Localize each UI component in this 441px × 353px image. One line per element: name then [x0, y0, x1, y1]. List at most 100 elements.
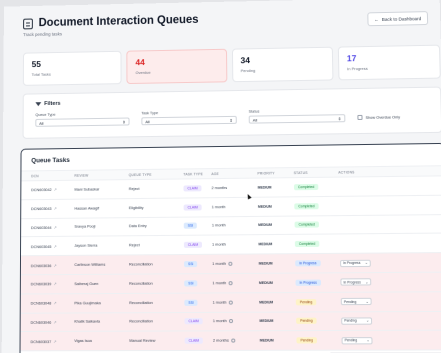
age-value: 1 month: [212, 262, 226, 266]
back-to-dashboard-button[interactable]: ← Back to Dashboard: [367, 11, 428, 26]
column-header[interactable]: Queue Type: [129, 172, 184, 177]
task-type-badge: CLAIM: [184, 204, 202, 210]
action-select[interactable]: Pending⌄: [341, 317, 372, 324]
external-link-icon[interactable]: ↗: [54, 226, 57, 230]
stat-card-in-progress: 17 In Progress: [338, 45, 441, 81]
task-type-cell: SSI: [184, 280, 212, 286]
task-type-cell: CLAIM: [184, 204, 212, 210]
dcn-cell: DCN603045↗: [31, 244, 74, 249]
stat-label: Pending: [241, 67, 324, 73]
status-label: Status: [249, 108, 346, 114]
action-select[interactable]: Pending⌄: [342, 337, 373, 344]
select-arrows-icon: ⇕: [229, 117, 232, 122]
column-header: Actions: [338, 169, 395, 174]
table-row[interactable]: DCN603036↗Carlinson WilliamsReconciliati…: [21, 253, 441, 275]
table-row[interactable]: DCN603039↗Saiberaj GuenReconciliationSSI…: [21, 273, 441, 295]
reviewer-cell: Carlinson Williams: [74, 263, 129, 267]
column-header[interactable]: Review: [74, 173, 128, 178]
table-row[interactable]: DCN603046↗Khalik SaikavlaReconciliationC…: [21, 311, 441, 332]
dcn-cell: DCN603036↗: [31, 262, 75, 267]
select-arrows-icon: ⇕: [338, 116, 341, 121]
status-value: All: [253, 117, 258, 122]
dcn-value: DCN603044: [31, 226, 52, 230]
reviewer-cell: Pika Guujimaka: [74, 301, 129, 305]
status-select[interactable]: All ⇕: [249, 114, 346, 123]
table-row[interactable]: DCN603048↗Pika GuujimakaReconciliationSS…: [21, 292, 441, 313]
task-type-badge: CLAIM: [183, 185, 201, 191]
priority-cell: MEDIUM: [259, 261, 296, 265]
stat-label: In Progress: [347, 65, 431, 72]
column-header[interactable]: Priority: [257, 171, 293, 175]
age-cell: 1 month: [213, 300, 260, 304]
status-badge: In Progress: [295, 279, 320, 285]
age-value: 1 month: [213, 300, 227, 304]
stats-row: 55 Total Tasks 44 Overdue 34 Pending 17 …: [23, 45, 441, 86]
age-value: 1 month: [212, 224, 226, 228]
reviewer-cell: Saiberaj Guen: [74, 282, 129, 286]
actions-cell: In Progress ⌄: [340, 278, 398, 286]
age-cell: 1 month: [212, 204, 258, 209]
age-cell: 1 month: [212, 223, 258, 227]
queue-type-cell: Data Entry: [129, 224, 184, 229]
task-type-badge: SSI: [184, 261, 197, 267]
task-type-value: All: [145, 119, 149, 124]
queue-type-value: All: [39, 120, 43, 125]
column-header[interactable]: Age: [211, 171, 257, 176]
actions-cell: Pending⌄: [342, 337, 400, 344]
filters-panel: Filters Queue Type All ⇕ Task Type All ⇕…: [23, 87, 441, 139]
column-header[interactable]: DCN: [31, 173, 74, 177]
action-select[interactable]: In Progress⌄: [340, 259, 371, 266]
queue-type-cell: Reconciliation: [129, 262, 184, 266]
action-value: Pending: [344, 300, 357, 304]
action-value: In Progress: [343, 280, 360, 284]
external-link-icon[interactable]: ↗: [53, 245, 56, 249]
chevron-down-icon: ⌄: [365, 280, 368, 284]
reviewer-cell: Hassan Awagif: [74, 206, 128, 211]
task-type-cell: SSI: [184, 261, 212, 267]
stat-card-overdue[interactable]: 44 Overdue: [127, 49, 227, 84]
queue-type-cell: Manual Review: [129, 339, 184, 343]
status-badge: Pending: [296, 299, 317, 305]
dcn-value: DCN603048: [31, 302, 52, 306]
table-row[interactable]: DCN603037↗Vigas IsoaManual ReviewCLAIM2 …: [21, 331, 441, 351]
stat-label: Overdue: [136, 69, 218, 75]
overdue-only-label: Show Overdue Only: [366, 115, 401, 120]
column-header[interactable]: Status: [294, 170, 339, 175]
column-header[interactable]: Task Type: [183, 172, 211, 176]
dcn-cell: DCN603039↗: [31, 281, 75, 286]
external-link-icon[interactable]: ↗: [53, 264, 56, 268]
dcn-value: DCN603036: [31, 264, 52, 268]
age-cell: 1 month: [212, 262, 259, 266]
overdue-only-toggle[interactable]: Show Overdue Only: [357, 114, 400, 120]
filters-title: Filters: [44, 101, 60, 107]
external-link-icon[interactable]: ↗: [53, 321, 56, 325]
status-cell: Completed: [295, 222, 340, 229]
queue-type-cell: Reconciliation: [129, 300, 184, 304]
overdue-only-checkbox[interactable]: [357, 115, 362, 120]
external-link-icon[interactable]: ↗: [53, 340, 56, 344]
back-button-label: Back to Dashboard: [382, 16, 422, 22]
status-badge: Completed: [294, 203, 318, 209]
task-type-cell: CLAIM: [183, 185, 211, 191]
age-cell: 2 months: [213, 339, 260, 343]
queue-type-select[interactable]: All ⇕: [35, 118, 129, 127]
priority-cell: MEDIUM: [259, 281, 296, 285]
action-value: In Progress: [343, 261, 360, 265]
dcn-value: DCN603043: [31, 207, 52, 211]
external-link-icon[interactable]: ↗: [53, 283, 56, 287]
dcn-value: DCN603037: [30, 340, 51, 344]
stat-card-total: 55 Total Tasks: [23, 51, 122, 86]
task-type-label: Task Type: [141, 110, 236, 115]
external-link-icon[interactable]: ↗: [54, 207, 57, 211]
age-cell: 1 month: [213, 319, 260, 323]
age-cell: 1 month: [212, 243, 258, 247]
action-select[interactable]: Pending⌄: [341, 298, 372, 305]
external-link-icon[interactable]: ↗: [53, 302, 56, 306]
external-link-icon[interactable]: ↗: [54, 188, 57, 192]
priority-cell: MEDIUM: [258, 185, 294, 189]
action-select[interactable]: In Progress ⌄: [340, 279, 371, 286]
clock-icon: [228, 281, 232, 285]
task-type-select[interactable]: All ⇕: [141, 116, 236, 125]
age-value: 2 months: [211, 186, 227, 190]
actions-cell: [339, 224, 396, 225]
